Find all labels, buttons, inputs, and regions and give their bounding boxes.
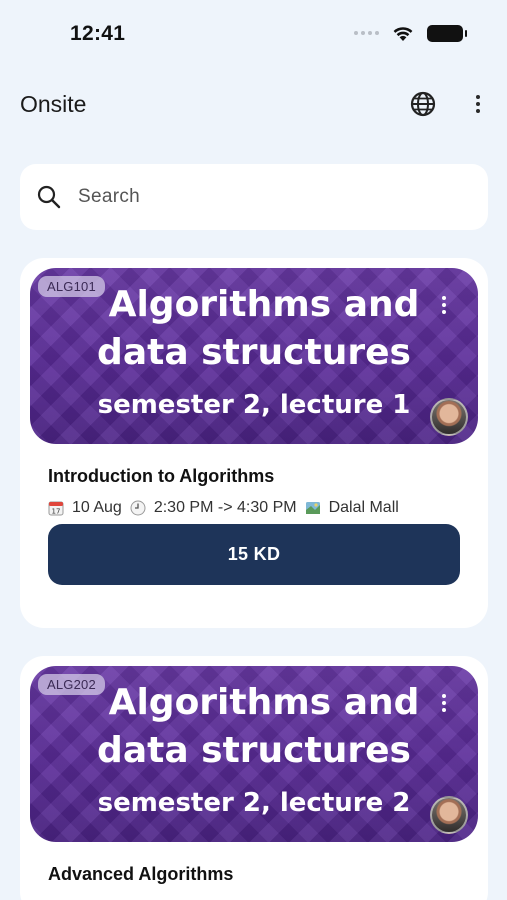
course-card[interactable]: ALG101 Algorithms and data structures se… (20, 258, 488, 628)
more-vert-icon (476, 95, 480, 99)
clock-icon (130, 500, 146, 516)
calendar-icon: 17 (48, 501, 64, 516)
session-meta: 17 10 Aug 2:30 PM -> 4:30 PM Dalal Mall (48, 499, 407, 517)
course-banner[interactable]: ALG101 Algorithms and data structures se… (30, 268, 478, 444)
banner-title-line1: Algorithms and (108, 682, 420, 723)
search-icon (37, 185, 61, 209)
battery-icon (427, 24, 467, 42)
banner-subtitle: semester 2, lecture 2 (97, 788, 411, 818)
map-icon (305, 502, 320, 514)
banner-title-line2: data structures (97, 332, 411, 373)
wifi-icon (393, 27, 413, 41)
page-title: Onsite (20, 91, 87, 117)
status-bar: 12:41 (0, 0, 507, 70)
avatar (430, 398, 468, 436)
search-input[interactable] (78, 186, 438, 208)
language-button[interactable] (409, 90, 437, 118)
globe-icon (410, 91, 436, 117)
card-menu-button[interactable] (438, 694, 450, 714)
signal-icon (354, 31, 379, 35)
session-location: Dalal Mall (328, 499, 399, 516)
banner-title-line1: Algorithms and (108, 284, 420, 325)
banner-title-line2: data structures (97, 730, 411, 771)
course-card[interactable]: ALG202 Algorithms and data structures se… (20, 656, 488, 900)
session-date: 10 Aug (72, 499, 122, 516)
course-banner[interactable]: ALG202 Algorithms and data structures se… (30, 666, 478, 842)
status-icons (354, 24, 467, 42)
session-time: 2:30 PM -> 4:30 PM (153, 499, 297, 516)
price-button[interactable]: 15 KD (48, 524, 460, 585)
svg-text:17: 17 (52, 508, 61, 516)
session-title: Introduction to Algorithms (48, 466, 275, 486)
status-time: 12:41 (70, 22, 126, 45)
banner-subtitle: semester 2, lecture 1 (97, 390, 411, 420)
card-menu-button[interactable] (438, 296, 450, 316)
session-title: Advanced Algorithms (48, 864, 234, 884)
more-options-button[interactable] (466, 90, 490, 118)
search-bar[interactable] (20, 164, 488, 230)
avatar (430, 796, 468, 834)
